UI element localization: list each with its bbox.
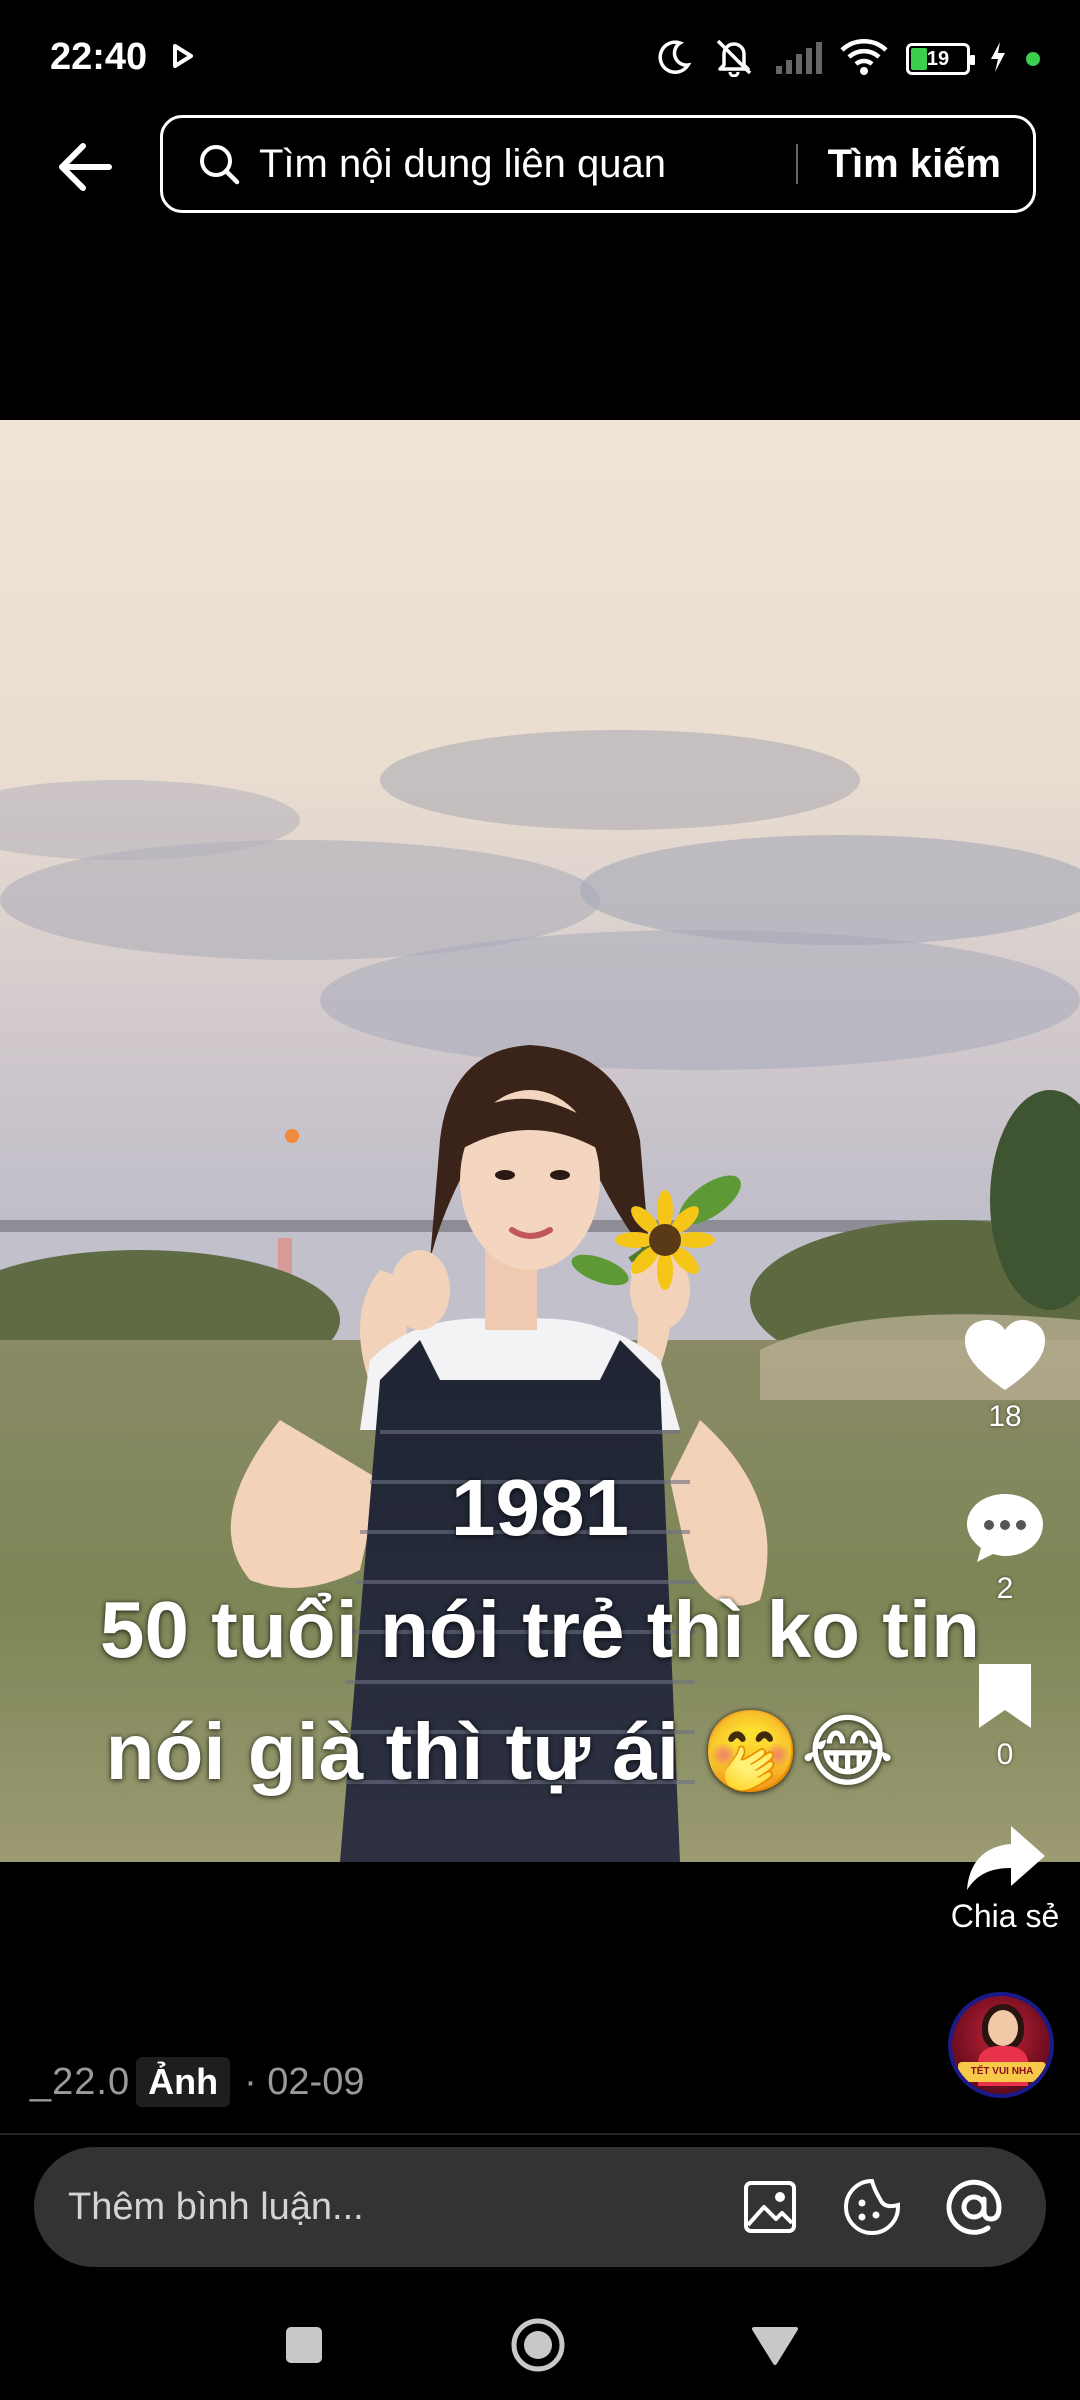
- mention-button[interactable]: [944, 2177, 1004, 2237]
- comment-button[interactable]: 2: [930, 1490, 1080, 1606]
- sticker-button[interactable]: [842, 2177, 902, 2237]
- save-count: 0: [996, 1738, 1014, 1771]
- share-arrow-icon: [967, 1826, 1045, 1890]
- post-date: · 02-09: [244, 2060, 365, 2103]
- at-sign-icon: [946, 2179, 1002, 2235]
- search-divider: [795, 144, 798, 184]
- search-icon: [200, 145, 240, 185]
- overlay-line-1: 1981: [451, 1463, 629, 1552]
- like-count: 18: [988, 1400, 1022, 1433]
- comment-count: 2: [996, 1572, 1014, 1605]
- image-button[interactable]: [740, 2177, 800, 2237]
- back-nav-button[interactable]: [740, 2310, 810, 2380]
- caption-row: _22.0 Ảnh · 02-09: [30, 2052, 364, 2112]
- overlay-line-2: 50 tuổi nói trẻ thì ko tin: [100, 1585, 980, 1674]
- post-type-chip: Ảnh: [136, 2057, 231, 2107]
- sticker-icon: [844, 2178, 900, 2235]
- search-button[interactable]: Tìm kiếm: [828, 142, 1001, 187]
- caption-fragment: _22.0: [30, 2060, 131, 2103]
- square-icon: [286, 2327, 322, 2363]
- comment-bubble-icon: [967, 1494, 1043, 1562]
- search-input[interactable]: Tìm nội dung liên quan: [259, 142, 796, 187]
- search-box[interactable]: Tìm nội dung liên quan Tìm kiếm: [160, 115, 1036, 213]
- wifi-icon: [840, 38, 888, 81]
- status-icons: 19: [654, 34, 1040, 84]
- share-label: Chia sẻ: [950, 1898, 1060, 1934]
- home-button[interactable]: [503, 2310, 573, 2380]
- moon-icon: [654, 37, 694, 82]
- triangle-back-icon: [752, 2327, 798, 2365]
- play-icon: [172, 44, 194, 73]
- recent-apps-button[interactable]: [269, 2310, 339, 2380]
- author-avatar[interactable]: TẾT VUI NHA: [948, 1992, 1054, 2098]
- indicator-dot: [1026, 52, 1040, 66]
- like-button[interactable]: 18: [930, 1318, 1080, 1434]
- image-icon: [744, 2181, 796, 2233]
- status-time: 22:40: [50, 36, 148, 78]
- signal-icon: [774, 40, 822, 79]
- mute-icon: [712, 37, 756, 82]
- back-arrow-icon: [59, 143, 112, 191]
- save-button[interactable]: 0: [930, 1660, 1080, 1772]
- comment-input[interactable]: Thêm bình luận...: [68, 2186, 740, 2229]
- charging-icon: [988, 40, 1008, 79]
- back-button[interactable]: [52, 134, 118, 200]
- system-nav-bar: [0, 2290, 1080, 2400]
- home-circle-icon: [511, 2318, 565, 2372]
- battery-level: 19: [926, 47, 950, 70]
- divider: [0, 2133, 1080, 2135]
- overlay-line-3: nói già thì tự ái 🤭😂: [105, 1707, 895, 1796]
- status-bar: 22:40 19: [0, 0, 1080, 110]
- heart-icon: [965, 1320, 1045, 1390]
- battery-icon: 19: [906, 43, 975, 75]
- bookmark-icon: [979, 1664, 1031, 1728]
- post-photo[interactable]: 1981 50 tuổi nói trẻ thì ko tin nói già …: [0, 420, 1080, 1862]
- share-button[interactable]: Chia sẻ: [930, 1822, 1080, 1935]
- comment-bar[interactable]: Thêm bình luận...: [34, 2147, 1046, 2267]
